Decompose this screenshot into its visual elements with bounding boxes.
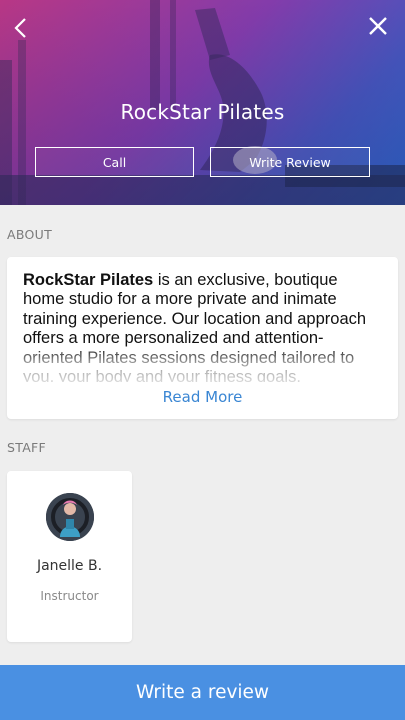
write-review-button[interactable]: Write Review (210, 147, 370, 177)
write-a-review-button[interactable]: Write a review (0, 665, 405, 720)
staff-role: Instructor (40, 589, 99, 603)
staff-section-label: STAFF (7, 440, 47, 455)
staff-photo (46, 493, 94, 541)
read-more-link[interactable]: Read More (7, 388, 398, 406)
call-button[interactable]: Call (35, 147, 194, 177)
hero-banner: RockStar Pilates Call Write Review (0, 0, 405, 205)
close-button[interactable] (365, 12, 391, 40)
about-section-label: ABOUT (7, 227, 53, 242)
close-icon (369, 17, 387, 35)
back-button[interactable] (8, 14, 32, 42)
page-title: RockStar Pilates (120, 100, 285, 124)
avatar (46, 493, 94, 541)
text-fade-overlay (23, 345, 383, 383)
business-name: RockStar Pilates (23, 271, 154, 289)
staff-name: Janelle B. (36, 558, 103, 574)
about-card: RockStar Pilates is an exclusive, boutiq… (7, 257, 398, 419)
chevron-left-icon (14, 18, 26, 38)
staff-card[interactable]: Janelle B. Instructor (7, 471, 132, 642)
